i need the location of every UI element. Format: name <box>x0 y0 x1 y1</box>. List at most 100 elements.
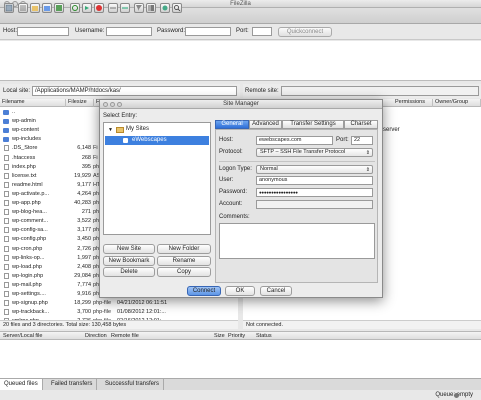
connect-button[interactable]: Connect <box>187 286 221 296</box>
site-manager-icon[interactable] <box>4 3 14 13</box>
queue-list[interactable] <box>0 340 481 378</box>
username-input[interactable] <box>106 27 152 36</box>
file-icon <box>4 263 9 270</box>
file-type: Fi <box>93 154 98 161</box>
file-icon <box>4 190 9 197</box>
file-size: 2,408 <box>77 263 91 270</box>
file-size: 19,929 <box>74 172 91 179</box>
tree-expand-icon[interactable]: ▼ <box>108 127 113 133</box>
site-host-input[interactable]: ewebscapes.com <box>256 136 333 145</box>
table-row[interactable]: wp-signup.php 18,299 php-file 04/21/2012 06… <box>0 299 238 308</box>
process-queue-icon[interactable] <box>82 3 92 13</box>
file-name: wp-config.php <box>12 236 47 243</box>
column-size[interactable]: Size <box>214 332 225 340</box>
copy-button[interactable]: Copy <box>157 267 211 277</box>
file-icon <box>4 309 9 316</box>
quickconnect-button[interactable]: Quickconnect <box>278 27 332 37</box>
password-input[interactable] <box>185 27 231 36</box>
user-input[interactable]: anonymous <box>256 176 373 185</box>
account-input[interactable] <box>256 200 373 209</box>
column-owner-group[interactable]: Owner/Group <box>433 99 481 107</box>
window-title: FileZilla <box>230 1 251 7</box>
remote-site-path[interactable] <box>281 86 479 96</box>
column-remote-file[interactable]: Remote file <box>111 332 139 340</box>
tab-transfer-settings[interactable]: Transfer Settings <box>282 120 344 129</box>
site-port-input[interactable]: 22 <box>351 136 373 145</box>
general-panel: Host: ewebscapes.com Port: 22 Protocol: … <box>215 129 378 283</box>
divider <box>219 161 375 162</box>
tab-failed-transfers[interactable]: Failed transfers <box>47 379 98 390</box>
new-folder-button[interactable]: New Folder <box>157 244 211 254</box>
column-server-local-file[interactable]: Server/Local file <box>3 332 42 340</box>
tree-root-label[interactable]: My Sites <box>126 126 149 132</box>
column-filename[interactable]: Filename <box>0 99 66 107</box>
site-tree[interactable]: ▼ My Sites eWebscapes <box>103 122 211 235</box>
dialog-close-button[interactable] <box>103 102 108 107</box>
tab-general[interactable]: General <box>215 120 249 129</box>
tab-queued-files[interactable]: Queued files <box>0 379 43 390</box>
file-size: 3,522 <box>77 218 91 225</box>
local-tree-toggle-icon[interactable] <box>30 3 40 13</box>
queue-toggle-icon[interactable] <box>54 3 64 13</box>
file-size: 18,299 <box>74 300 91 307</box>
cancel-button[interactable]: Cancel <box>260 286 292 296</box>
tab-charset[interactable]: Charset <box>344 120 378 129</box>
parent-folder-icon <box>3 110 9 115</box>
column-status[interactable]: Status <box>256 332 272 340</box>
file-name: .htaccess <box>12 154 36 161</box>
site-password-input[interactable]: ●●●●●●●●●●●●●●●● <box>256 188 373 197</box>
file-name: wp-app.php <box>12 200 41 206</box>
new-site-button[interactable]: New Site <box>103 244 155 254</box>
tab-successful-transfers[interactable]: Successful transfers <box>101 379 165 390</box>
port-input[interactable] <box>252 27 272 36</box>
local-status-text: 20 files and 3 directories. Total size: … <box>0 320 238 329</box>
host-label: Host: <box>219 137 234 143</box>
tree-item-selected[interactable]: eWebscapes <box>105 136 209 145</box>
file-name: .. <box>12 109 16 115</box>
file-type: php-file <box>93 309 112 316</box>
queue-tabs: Queued files Failed transfers Successful… <box>0 378 481 390</box>
tab-advanced[interactable]: Advanced <box>249 120 282 129</box>
remote-tree-toggle-icon[interactable] <box>42 3 52 13</box>
rename-button[interactable]: Rename <box>157 256 211 266</box>
dialog-minimize-button[interactable] <box>110 102 115 107</box>
file-name: wp-config-sa... <box>12 227 48 234</box>
comments-textarea[interactable] <box>219 223 375 259</box>
filter-icon[interactable] <box>134 3 144 13</box>
port-label: Port: <box>236 28 249 34</box>
user-label: User: <box>219 177 234 183</box>
sync-browse-icon[interactable] <box>160 3 170 13</box>
comments-label: Comments: <box>219 214 250 220</box>
host-input[interactable] <box>17 27 69 36</box>
file-icon <box>4 227 9 234</box>
ok-button[interactable]: OK <box>225 286 255 296</box>
file-size: 3,700 <box>77 309 91 316</box>
new-bookmark-button[interactable]: New Bookmark <box>103 256 155 266</box>
folder-icon <box>3 128 9 134</box>
cancel-operation-icon[interactable] <box>94 3 104 13</box>
column-permissions[interactable]: Permissions <box>393 99 433 107</box>
column-filesize[interactable]: Filesize <box>66 99 94 107</box>
message-log-toggle-icon[interactable] <box>18 3 28 13</box>
file-name: wp-admin <box>12 118 36 125</box>
file-size: 9,916 <box>77 291 91 297</box>
reconnect-icon[interactable] <box>120 3 130 13</box>
table-row[interactable]: wp-trackback... 3,700 php-file 01/08/2012 1… <box>0 308 238 317</box>
protocol-value: SFTP – SSH File Transfer Protocol <box>260 149 346 155</box>
folder-icon <box>3 137 9 143</box>
dialog-zoom-button[interactable] <box>117 102 122 107</box>
column-priority[interactable]: Priority <box>228 332 245 340</box>
logon-type-value: Normal <box>260 166 278 172</box>
search-icon[interactable] <box>172 3 182 13</box>
delete-button[interactable]: Delete <box>103 267 155 277</box>
message-log[interactable] <box>0 41 481 81</box>
disconnect-icon[interactable] <box>108 3 118 13</box>
column-direction[interactable]: Direction <box>85 332 107 340</box>
password-label: Password: <box>157 28 186 34</box>
local-site-path[interactable]: /Applications/MAMP/htdocs/kas/ <box>32 86 237 96</box>
refresh-icon[interactable] <box>70 3 80 13</box>
file-size: 3,450 <box>77 236 91 243</box>
logon-type-select[interactable]: Normal ⇕ <box>256 165 373 174</box>
protocol-select[interactable]: SFTP – SSH File Transfer Protocol ⇕ <box>256 148 373 157</box>
compare-icon[interactable] <box>146 3 156 13</box>
